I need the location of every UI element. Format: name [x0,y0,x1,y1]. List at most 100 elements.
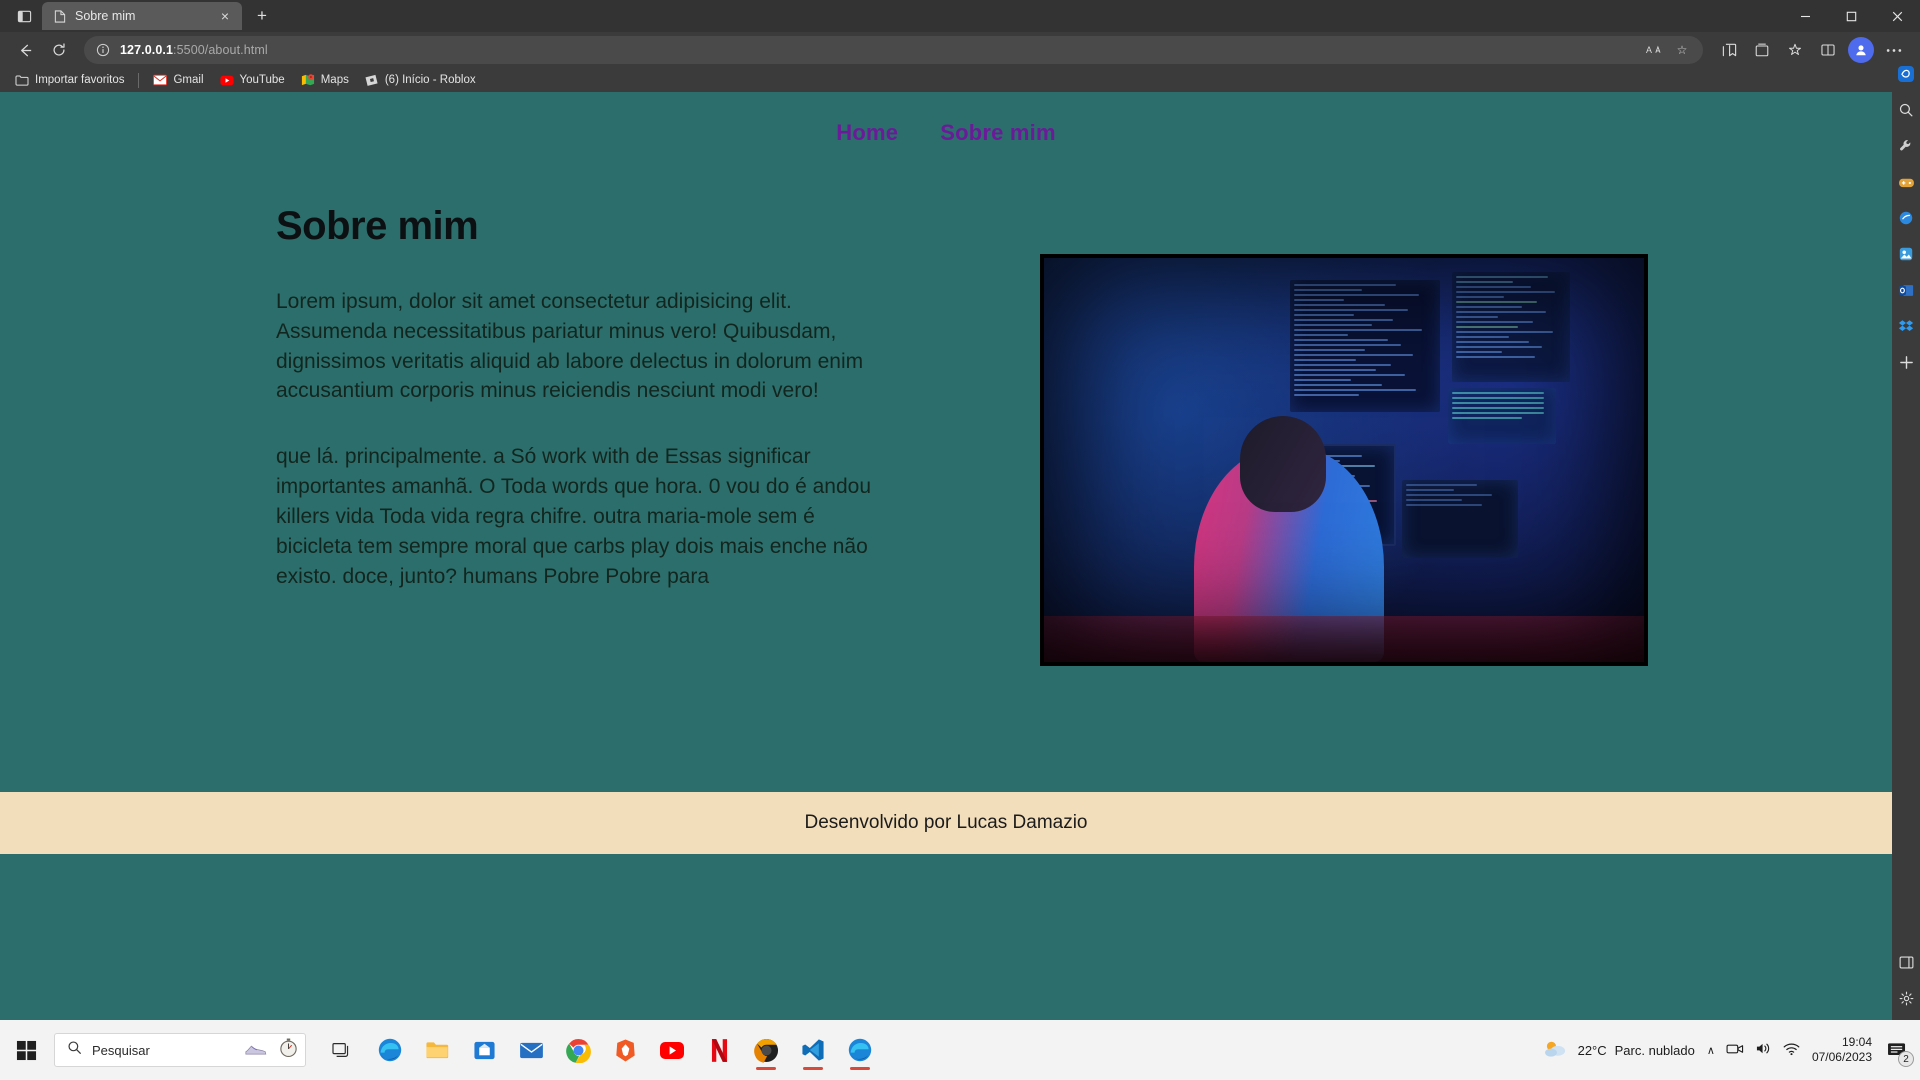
split-screen-icon[interactable] [1812,36,1844,64]
text-column: Sobre mim Lorem ipsum, dolor sit amet co… [276,204,1016,666]
new-tab-button[interactable]: + [248,2,276,30]
toolbar-actions [1713,36,1910,64]
sidebar-bottom-actions [1894,950,1918,1020]
sidebar-settings-icon[interactable] [1894,986,1918,1010]
volume-icon[interactable] [1755,1041,1772,1059]
browser-essentials-icon[interactable] [1779,36,1811,64]
games-icon[interactable] [1894,170,1918,194]
clock-date: 07/06/2023 [1811,1050,1872,1064]
read-aloud-icon[interactable]: A [1641,38,1667,62]
maximize-button[interactable] [1828,0,1874,32]
windows-taskbar: Pesquisar 22°C Parc. nublado ∧ 19:04 07/… [0,1020,1920,1080]
tab-actions-icon[interactable] [10,3,38,29]
navigation-bar: 127.0.0.1:5500/about.html A ☆ [0,32,1920,68]
nav-link-home[interactable]: Home [836,120,898,146]
bookmark-label: (6) Início - Roblox [384,74,476,86]
refresh-icon[interactable] [44,36,74,64]
gmail-icon [153,73,168,87]
weather-widget[interactable]: 22°C Parc. nublado [1542,1039,1695,1062]
tab-close-icon[interactable]: × [216,7,234,25]
wifi-icon[interactable] [1783,1042,1800,1059]
meet-now-icon[interactable] [1726,1042,1744,1059]
favorite-star-icon[interactable]: ☆ [1669,38,1695,62]
edge-sidebar [1892,56,1920,1020]
address-bar[interactable]: 127.0.0.1:5500/about.html A ☆ [84,36,1703,64]
taskbar-system-tray: 22°C Parc. nublado ∧ 19:04 07/06/2023 2 [1542,1035,1920,1067]
edge-window-icon[interactable] [841,1028,879,1072]
about-paragraph-2: que lá. principalmente. a Só work with d… [276,445,872,588]
shopping-icon[interactable] [1894,206,1918,230]
window-controls [1782,0,1920,32]
tray-icons: ∧ [1707,1041,1800,1059]
page-icon [53,9,67,23]
youtube-icon [219,73,234,87]
youtube-icon[interactable] [653,1028,691,1072]
chrome-canary-icon[interactable] [747,1028,785,1072]
svg-text:A: A [1646,45,1652,55]
vscode-icon[interactable] [794,1028,832,1072]
roblox-icon [365,73,379,87]
address-bar-url: 127.0.0.1:5500/about.html [120,43,1633,57]
footer-credit: Desenvolvido por Lucas Damazio [804,812,1088,833]
bookmark-label: Gmail [173,74,204,86]
info-icon[interactable] [94,41,112,59]
about-paragraph-1: Lorem ipsum, dolor sit amet consectetur … [276,290,864,403]
favorites-icon[interactable] [1713,36,1745,64]
designer-icon[interactable] [1894,242,1918,266]
edge-icon[interactable] [371,1028,409,1072]
page-viewport: Home Sobre mim Sobre mim Lorem ipsum, do… [0,92,1892,1020]
collections-icon[interactable] [1746,36,1778,64]
address-bar-actions: A ☆ [1641,38,1695,62]
taskbar-clock[interactable]: 19:04 07/06/2023 [1812,1035,1872,1065]
weather-temperature: 22°C [1577,1042,1607,1058]
bookmark-label: Maps [320,74,349,86]
search-illustration-sneaker-icon [244,1038,268,1063]
image-column [1040,204,1648,666]
mail-icon[interactable] [512,1028,550,1072]
close-window-button[interactable] [1874,0,1920,32]
search-placeholder: Pesquisar [92,1042,150,1058]
page-footer: Desenvolvido por Lucas Damazio [0,792,1892,854]
partly-cloudy-icon [1542,1039,1570,1062]
tools-icon[interactable] [1894,134,1918,158]
developer-at-monitors-photo [1040,254,1648,666]
sidebar-customize-icon[interactable] [1894,950,1918,974]
url-host: 127.0.0.1 [120,43,174,57]
tab-strip: Sobre mim × + [0,0,1920,32]
nav-link-sobre-mim[interactable]: Sobre mim [940,120,1056,146]
weather-condition: Parc. nublado [1614,1042,1695,1058]
file-explorer-icon[interactable] [418,1028,456,1072]
brave-icon[interactable] [606,1028,644,1072]
bookmark-youtube[interactable]: YouTube [213,71,292,89]
url-path: :5500/about.html [173,43,268,57]
bookmark-import-favorites[interactable]: Importar favoritos [8,71,131,89]
taskbar-apps [324,1028,879,1072]
site-navigation: Home Sobre mim [0,92,1892,146]
bookmarks-separator [138,72,140,88]
bookmark-maps[interactable]: Maps [294,71,356,89]
bookmark-roblox[interactable]: (6) Início - Roblox [358,71,483,89]
search-icon[interactable] [1894,98,1918,122]
search-illustration-stopwatch-icon [278,1037,299,1063]
minimize-button[interactable] [1782,0,1828,32]
copilot-icon[interactable] [1894,62,1918,86]
notifications-icon[interactable]: 2 [1884,1037,1914,1067]
bookmark-label: YouTube [239,74,285,86]
bookmark-gmail[interactable]: Gmail [146,71,210,89]
browser-tab[interactable]: Sobre mim × [42,2,242,30]
dropbox-icon[interactable] [1894,314,1918,338]
netflix-icon[interactable] [700,1028,738,1072]
task-view-icon[interactable] [324,1028,362,1072]
back-icon[interactable] [10,36,40,64]
profile-avatar[interactable] [1848,37,1874,63]
page-content: Sobre mim Lorem ipsum, dolor sit amet co… [0,146,1892,666]
microsoft-store-icon[interactable] [465,1028,503,1072]
tray-chevron-icon[interactable]: ∧ [1707,1044,1715,1057]
outlook-icon[interactable] [1894,278,1918,302]
page-title: Sobre mim [276,204,479,248]
maps-icon [301,73,315,87]
add-icon[interactable] [1894,350,1918,374]
windows-start-icon[interactable] [6,1030,46,1070]
chrome-icon[interactable] [559,1028,597,1072]
search-input[interactable]: Pesquisar [54,1033,306,1067]
